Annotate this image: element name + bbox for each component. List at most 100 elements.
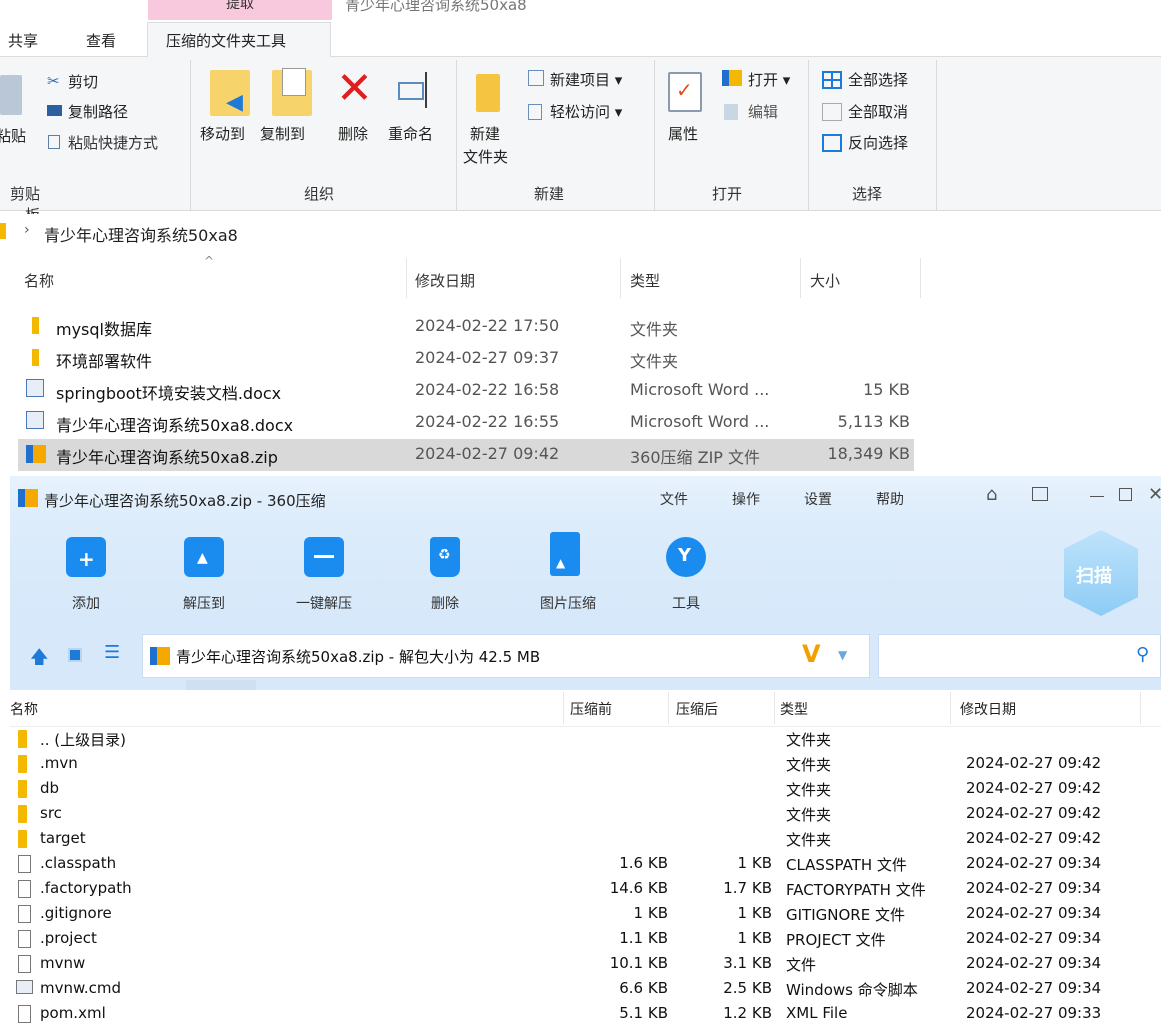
zip-search-input[interactable] <box>878 634 1161 678</box>
column-separator[interactable] <box>1140 692 1141 724</box>
zip-row[interactable]: .gitignore 1 KB 1 KB GITIGNORE 文件 2024-0… <box>10 902 1161 927</box>
zip-path-text: 青少年心理咨询系统50xa8.zip - 解包大小为 42.5 MB <box>176 648 541 666</box>
easy-access-button[interactable]: 轻松访问 ▾ <box>550 101 622 122</box>
zip-row[interactable]: mvnw.cmd 6.6 KB 2.5 KB Windows 命令脚本 2024… <box>10 977 1161 1002</box>
new-item-button[interactable]: 新建项目 ▾ <box>550 69 622 90</box>
column-header-name[interactable]: 名称 <box>24 270 54 291</box>
cut-button[interactable]: 剪切 <box>68 71 98 92</box>
file-date: 2024-02-22 16:55 <box>415 412 560 431</box>
column-separator[interactable] <box>563 692 564 724</box>
column-header-size[interactable]: 大小 <box>810 270 840 291</box>
copy-path-button[interactable]: 复制路径 <box>68 101 128 122</box>
paste-button[interactable]: 粘贴 <box>0 125 26 146</box>
new-folder-button-line2[interactable]: 文件夹 <box>463 146 508 167</box>
column-separator[interactable] <box>774 692 775 724</box>
menu-help[interactable]: 帮助 <box>876 489 904 509</box>
zip-column-before[interactable]: 压缩前 <box>570 699 612 719</box>
add-button[interactable]: 添加 <box>46 593 126 613</box>
skin-shirt-icon[interactable]: ⌂ <box>986 484 997 505</box>
invert-selection-button[interactable]: 反向选择 <box>848 132 908 153</box>
zip-item-name: target <box>40 829 86 847</box>
image-compress-button[interactable]: 图片压缩 <box>528 593 608 613</box>
edit-button[interactable]: 编辑 <box>748 101 778 122</box>
open-button[interactable]: 打开 ▾ <box>748 69 790 90</box>
v-logo-icon[interactable]: V <box>802 640 821 668</box>
list-view-icon[interactable]: ☰ <box>104 642 120 663</box>
zip-item-after: 1 KB <box>737 929 772 947</box>
folder-icon <box>18 755 27 773</box>
tab-share[interactable]: 共享 <box>8 30 38 51</box>
breadcrumb-current-folder[interactable]: 青少年心理咨询系统50xa8 <box>44 222 238 246</box>
dropdown-arrow-icon[interactable]: ▼ <box>838 648 847 662</box>
properties-button[interactable]: 属性 <box>668 123 698 144</box>
paste-shortcut-button[interactable]: 粘贴快捷方式 <box>68 132 158 153</box>
file-date: 2024-02-22 17:50 <box>415 316 560 335</box>
copy-to-button[interactable]: 复制到 <box>260 123 305 144</box>
zip-column-name[interactable]: 名称 <box>10 699 38 719</box>
zip-row[interactable]: .classpath 1.6 KB 1 KB CLASSPATH 文件 2024… <box>10 852 1161 877</box>
tab-view[interactable]: 查看 <box>86 30 116 51</box>
zip-row[interactable]: target 文件夹 2024-02-27 09:42 <box>10 827 1161 852</box>
group-label-open: 打开 <box>712 185 743 203</box>
column-separator[interactable] <box>406 258 407 298</box>
column-header-type[interactable]: 类型 <box>630 270 660 291</box>
column-separator[interactable] <box>800 258 801 298</box>
zip-column-date[interactable]: 修改日期 <box>960 699 1016 719</box>
zip-row[interactable]: pom.xml 5.1 KB 1.2 KB XML File 2024-02-2… <box>10 1002 1161 1027</box>
folder-icon <box>18 780 27 798</box>
zip-item-before: 1 KB <box>633 904 668 922</box>
one-click-extract-button[interactable]: 一键解压 <box>284 593 364 613</box>
file-row[interactable]: mysql数据库 2024-02-22 17:50 文件夹 <box>18 311 914 341</box>
minimize-icon[interactable] <box>1090 496 1104 497</box>
paste-icon <box>0 75 22 115</box>
zip-delete-button[interactable]: 删除 <box>405 593 485 613</box>
zip-column-type[interactable]: 类型 <box>780 699 808 719</box>
column-separator[interactable] <box>950 692 951 724</box>
column-header-date[interactable]: 修改日期 <box>415 270 475 291</box>
folder-icon <box>18 805 27 823</box>
menu-file[interactable]: 文件 <box>660 489 688 509</box>
menu-settings[interactable]: 设置 <box>804 489 832 509</box>
feedback-icon[interactable] <box>1032 487 1048 501</box>
zip-row[interactable]: mvnw 10.1 KB 3.1 KB 文件 2024-02-27 09:34 <box>10 952 1161 977</box>
move-to-button[interactable]: 移动到 <box>200 123 245 144</box>
zip-item-after: 1.2 KB <box>723 1004 772 1022</box>
zip-row[interactable]: .mvn 文件夹 2024-02-27 09:42 <box>10 752 1161 777</box>
thumbnail-view-icon[interactable] <box>68 648 82 662</box>
zip-row[interactable]: .. (上级目录) 文件夹 <box>10 727 1161 752</box>
zip-row[interactable]: .factorypath 14.6 KB 1.7 KB FACTORYPATH … <box>10 877 1161 902</box>
rename-button[interactable]: 重命名 <box>388 123 433 144</box>
menu-operate[interactable]: 操作 <box>732 489 760 509</box>
file-row[interactable]: springboot环境安装文档.docx 2024-02-22 16:58 M… <box>18 375 914 405</box>
close-icon[interactable]: ✕ <box>1148 484 1161 505</box>
tools-button[interactable]: 工具 <box>646 593 726 613</box>
select-none-button[interactable]: 全部取消 <box>848 101 908 122</box>
zip-row[interactable]: .project 1.1 KB 1 KB PROJECT 文件 2024-02-… <box>10 927 1161 952</box>
context-tab-extract[interactable]: 提取 <box>148 0 332 20</box>
header-scroll-indicator[interactable] <box>186 680 256 690</box>
zip-item-date: 2024-02-27 09:33 <box>966 1004 1102 1022</box>
select-none-icon <box>822 103 842 121</box>
tools-icon: Y <box>666 537 706 577</box>
extract-to-button[interactable]: 解压到 <box>164 593 244 613</box>
zip-row[interactable]: db 文件夹 2024-02-27 09:42 <box>10 777 1161 802</box>
up-arrow-icon[interactable]: 🡅 <box>30 645 49 675</box>
file-row[interactable]: 青少年心理咨询系统50xa8.docx 2024-02-22 16:55 Mic… <box>18 407 914 437</box>
maximize-icon[interactable] <box>1119 488 1132 501</box>
zip-column-after[interactable]: 压缩后 <box>676 699 718 719</box>
file-row-selected[interactable]: 青少年心理咨询系统50xa8.zip 2024-02-27 09:42 360压… <box>18 439 914 471</box>
group-separator <box>190 60 191 210</box>
file-row[interactable]: 环境部署软件 2024-02-27 09:37 文件夹 <box>18 343 914 373</box>
column-separator[interactable] <box>620 258 621 298</box>
tab-compressed-folder-tools[interactable]: 压缩的文件夹工具 <box>166 30 286 51</box>
zip-item-date: 2024-02-27 09:42 <box>966 829 1102 847</box>
zip-row[interactable]: src 文件夹 2024-02-27 09:42 <box>10 802 1161 827</box>
zip-item-type: XML File <box>786 1004 848 1022</box>
search-icon[interactable]: ⚲ <box>1136 644 1149 665</box>
delete-button[interactable]: 删除 <box>338 123 368 144</box>
select-all-button[interactable]: 全部选择 <box>848 69 908 90</box>
new-folder-button-line1[interactable]: 新建 <box>470 123 500 144</box>
column-separator[interactable] <box>920 258 921 298</box>
new-item-icon <box>528 70 544 86</box>
column-separator[interactable] <box>668 692 669 724</box>
